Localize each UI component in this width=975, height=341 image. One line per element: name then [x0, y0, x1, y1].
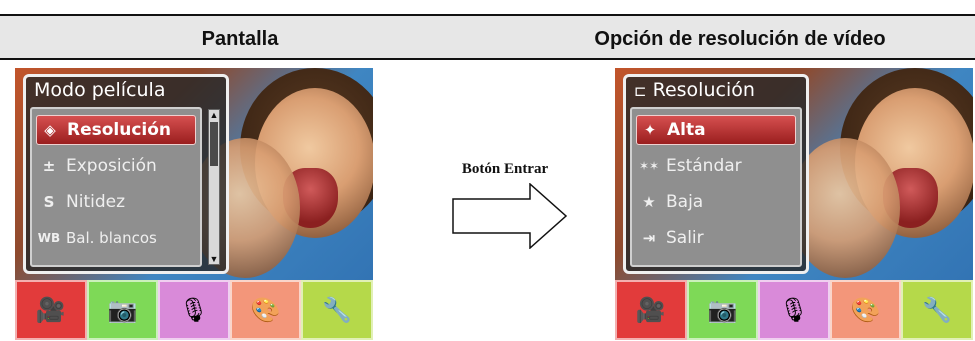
palette-icon: 🎨 — [250, 296, 281, 324]
menu-item-label: Alta — [667, 120, 706, 140]
sharpness-icon: S — [43, 193, 55, 211]
header-pantalla: Pantalla — [201, 28, 279, 50]
menu-title: Modo película — [34, 79, 166, 101]
standard-quality-icon: ✶✶ — [638, 159, 660, 173]
scroll-thumb[interactable] — [210, 122, 218, 166]
menu-scrollbar[interactable]: ▲ ▼ — [208, 109, 220, 265]
menu-item-bal-blancos[interactable]: WB Bal. blancos — [36, 223, 196, 253]
menu-list: ◈ Resolución ± Exposición S Nitidez WB B… — [30, 107, 202, 267]
menu-item-alta[interactable]: ✦ Alta — [636, 115, 796, 145]
menu-item-label: Exposición — [66, 156, 157, 176]
resolution-icon: ◈ — [44, 121, 56, 139]
header-resolution-option: Opción de resolución de vídeo — [594, 28, 886, 50]
menu-item-baja[interactable]: ★ Baja — [636, 187, 796, 217]
right-arrow-icon — [452, 183, 568, 249]
header-band: Pantalla Opción de resolución de vídeo — [0, 14, 975, 60]
menu-title-icon: ⊏ — [634, 82, 647, 100]
menu-item-label: Baja — [666, 192, 704, 212]
setup-mode-tab[interactable]: 🔧 — [301, 280, 373, 340]
menu-item-estandar[interactable]: ✶✶ Estándar — [636, 151, 796, 181]
low-quality-icon: ★ — [642, 193, 656, 211]
menu-item-resolucion[interactable]: ◈ Resolución — [36, 115, 196, 145]
high-quality-icon: ✦ — [643, 121, 657, 139]
scroll-down-icon[interactable]: ▼ — [209, 254, 219, 264]
menu-item-label: Estándar — [666, 156, 742, 176]
mode-toolbar: 🎥 📷 🎙 🎨 🔧 — [615, 280, 973, 340]
movie-mode-menu: Modo película ◈ Resolución ± Exposición … — [23, 74, 229, 274]
exit-icon: ⇥ — [642, 229, 656, 247]
tools-icon: 🔧 — [922, 296, 953, 324]
right-camera-screen: ⊏ Resolución ✦ Alta ✶✶ Estándar ★ Baja ⇥… — [615, 68, 973, 340]
menu-item-label: Nitidez — [66, 192, 126, 212]
scroll-up-icon[interactable]: ▲ — [209, 110, 219, 120]
menu-title-row: ⊏ Resolución — [634, 79, 755, 101]
menu-list: ✦ Alta ✶✶ Estándar ★ Baja ⇥ Salir — [630, 107, 802, 267]
menu-title: Resolución — [652, 79, 755, 101]
enter-button-label: Botón Entrar — [461, 161, 549, 177]
voice-mode-tab[interactable]: 🎙 — [158, 280, 230, 340]
resolution-menu: ⊏ Resolución ✦ Alta ✶✶ Estándar ★ Baja ⇥… — [623, 74, 809, 274]
mode-toolbar: 🎥 📷 🎙 🎨 🔧 — [15, 280, 373, 340]
microphone-icon: 🎙 — [178, 296, 210, 324]
menu-item-salir[interactable]: ⇥ Salir — [636, 223, 796, 253]
menu-item-exposicion[interactable]: ± Exposición — [36, 151, 196, 181]
left-camera-screen: Modo película ◈ Resolución ± Exposición … — [15, 68, 373, 340]
setup-mode-tab[interactable]: 🔧 — [901, 280, 973, 340]
voice-mode-tab[interactable]: 🎙 — [758, 280, 830, 340]
effect-mode-tab[interactable]: 🎨 — [229, 280, 302, 340]
camera-mode-tab[interactable]: 📷 — [86, 280, 159, 340]
camera-icon: 📷 — [107, 296, 138, 324]
menu-item-label: Salir — [666, 228, 704, 248]
effect-mode-tab[interactable]: 🎨 — [829, 280, 902, 340]
camcorder-icon: 🎥 — [35, 296, 66, 324]
palette-icon: 🎨 — [850, 296, 881, 324]
camera-mode-tab[interactable]: 📷 — [686, 280, 759, 340]
menu-item-label: Bal. blancos — [66, 229, 157, 247]
movie-mode-tab[interactable]: 🎥 — [15, 280, 87, 340]
exposure-icon: ± — [42, 157, 56, 175]
movie-mode-tab[interactable]: 🎥 — [615, 280, 687, 340]
menu-item-nitidez[interactable]: S Nitidez — [36, 187, 196, 217]
microphone-icon: 🎙 — [778, 296, 810, 324]
camcorder-icon: 🎥 — [635, 296, 666, 324]
tools-icon: 🔧 — [322, 296, 353, 324]
camera-icon: 📷 — [707, 296, 738, 324]
menu-item-label: Resolución — [67, 120, 172, 140]
white-balance-icon: WB — [37, 231, 61, 245]
